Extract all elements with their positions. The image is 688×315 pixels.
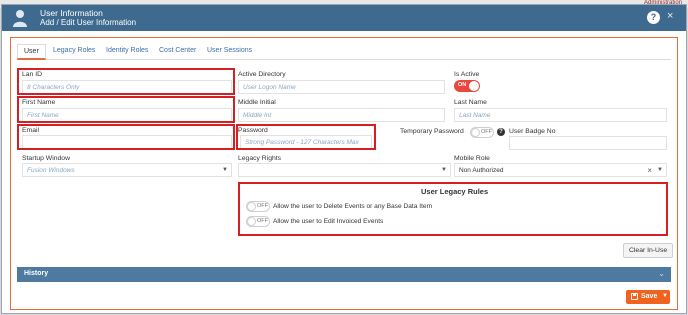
delete-events-rule-label: Allow the user to Delete Events or any B… <box>273 203 433 210</box>
is-active-toggle[interactable]: ON <box>454 80 480 92</box>
temporary-password-toggle-text: OFF <box>481 129 492 135</box>
delete-events-toggle-text: OFF <box>257 203 268 209</box>
caret-down-icon: ▼ <box>441 167 447 173</box>
dialog-subtitle: Add / Edit User Information <box>40 18 137 27</box>
clear-in-use-button[interactable]: Clear In-Use <box>623 243 674 258</box>
tab-user[interactable]: User <box>17 44 46 60</box>
tab-legacy-roles[interactable]: Legacy Roles <box>53 47 95 54</box>
user-legacy-rules-title: User Legacy Rules <box>421 187 489 196</box>
last-name-input[interactable]: Last Name <box>454 108 667 122</box>
temporary-password-label: Temporary Password <box>400 128 464 135</box>
tab-identity-roles[interactable]: Identity Roles <box>106 47 148 54</box>
password-highlight <box>236 124 376 150</box>
startup-window-value: Fusion Windows <box>27 167 75 174</box>
lan-id-highlight <box>17 68 235 95</box>
mobile-role-label: Mobile Role <box>454 155 490 162</box>
clear-icon[interactable]: × <box>647 166 652 175</box>
delete-events-toggle[interactable]: OFF <box>246 201 270 212</box>
chevron-down-icon: ⌄ <box>658 269 665 278</box>
toggle-knob <box>471 128 480 137</box>
is-active-label: Is Active <box>454 71 480 78</box>
middle-initial-label: Middle Initial <box>238 99 276 106</box>
user-icon <box>13 10 27 27</box>
legacy-rights-label: Legacy Rights <box>238 155 282 162</box>
is-active-toggle-text: ON <box>458 82 467 88</box>
caret-down-icon: ▼ <box>222 167 228 173</box>
save-button[interactable]: Save ▼ <box>626 290 670 304</box>
user-badge-no-input[interactable] <box>509 136 667 150</box>
toggle-knob <box>469 81 479 91</box>
dialog-title: User Information <box>40 8 103 18</box>
save-button-label: Save <box>641 293 658 300</box>
first-name-highlight <box>17 96 235 123</box>
temporary-password-toggle[interactable]: OFF <box>470 127 494 138</box>
startup-window-label: Startup Window <box>22 155 70 162</box>
tab-cost-center[interactable]: Cost Center <box>159 47 196 54</box>
edit-invoiced-events-toggle-text: OFF <box>257 218 268 224</box>
close-icon[interactable]: × <box>667 10 673 22</box>
edit-invoiced-events-toggle[interactable]: OFF <box>246 216 270 227</box>
tab-user-sessions[interactable]: User Sessions <box>207 47 252 54</box>
mobile-role-value: Non Authorized <box>459 167 504 174</box>
edit-invoiced-events-rule-label: Allow the user to Edit Invoiced Events <box>273 218 384 225</box>
user-form-panel: User Legacy Roles Identity Roles Cost Ce… <box>10 37 678 310</box>
toggle-knob <box>247 202 256 211</box>
mobile-role-select[interactable]: Non Authorized × ▼ <box>454 163 667 177</box>
startup-window-select[interactable]: Fusion Windows ▼ <box>22 163 232 177</box>
tab-bar: User Legacy Roles Identity Roles Cost Ce… <box>17 44 671 60</box>
question-circle-icon[interactable]: ? <box>497 128 505 136</box>
user-badge-no-label: User Badge No <box>509 128 556 135</box>
caret-down-icon: ▼ <box>657 167 663 173</box>
dialog-header: User Information Add / Edit User Informa… <box>2 5 686 31</box>
active-directory-input[interactable]: User Logon Name <box>238 80 445 94</box>
legacy-rights-select[interactable]: ▼ <box>238 163 451 177</box>
history-section-header[interactable]: History ⌄ <box>17 267 671 282</box>
user-information-dialog: User Information Add / Edit User Informa… <box>1 4 687 314</box>
save-icon <box>631 293 638 300</box>
toggle-knob <box>247 217 256 226</box>
help-icon[interactable]: ? <box>647 11 660 24</box>
email-highlight <box>17 124 235 150</box>
history-label: History <box>24 270 49 277</box>
middle-initial-input[interactable]: Middle Int <box>238 108 445 122</box>
active-directory-label: Active Directory <box>238 71 286 78</box>
last-name-label: Last Name <box>454 99 487 106</box>
caret-down-icon[interactable]: ▼ <box>662 293 668 299</box>
